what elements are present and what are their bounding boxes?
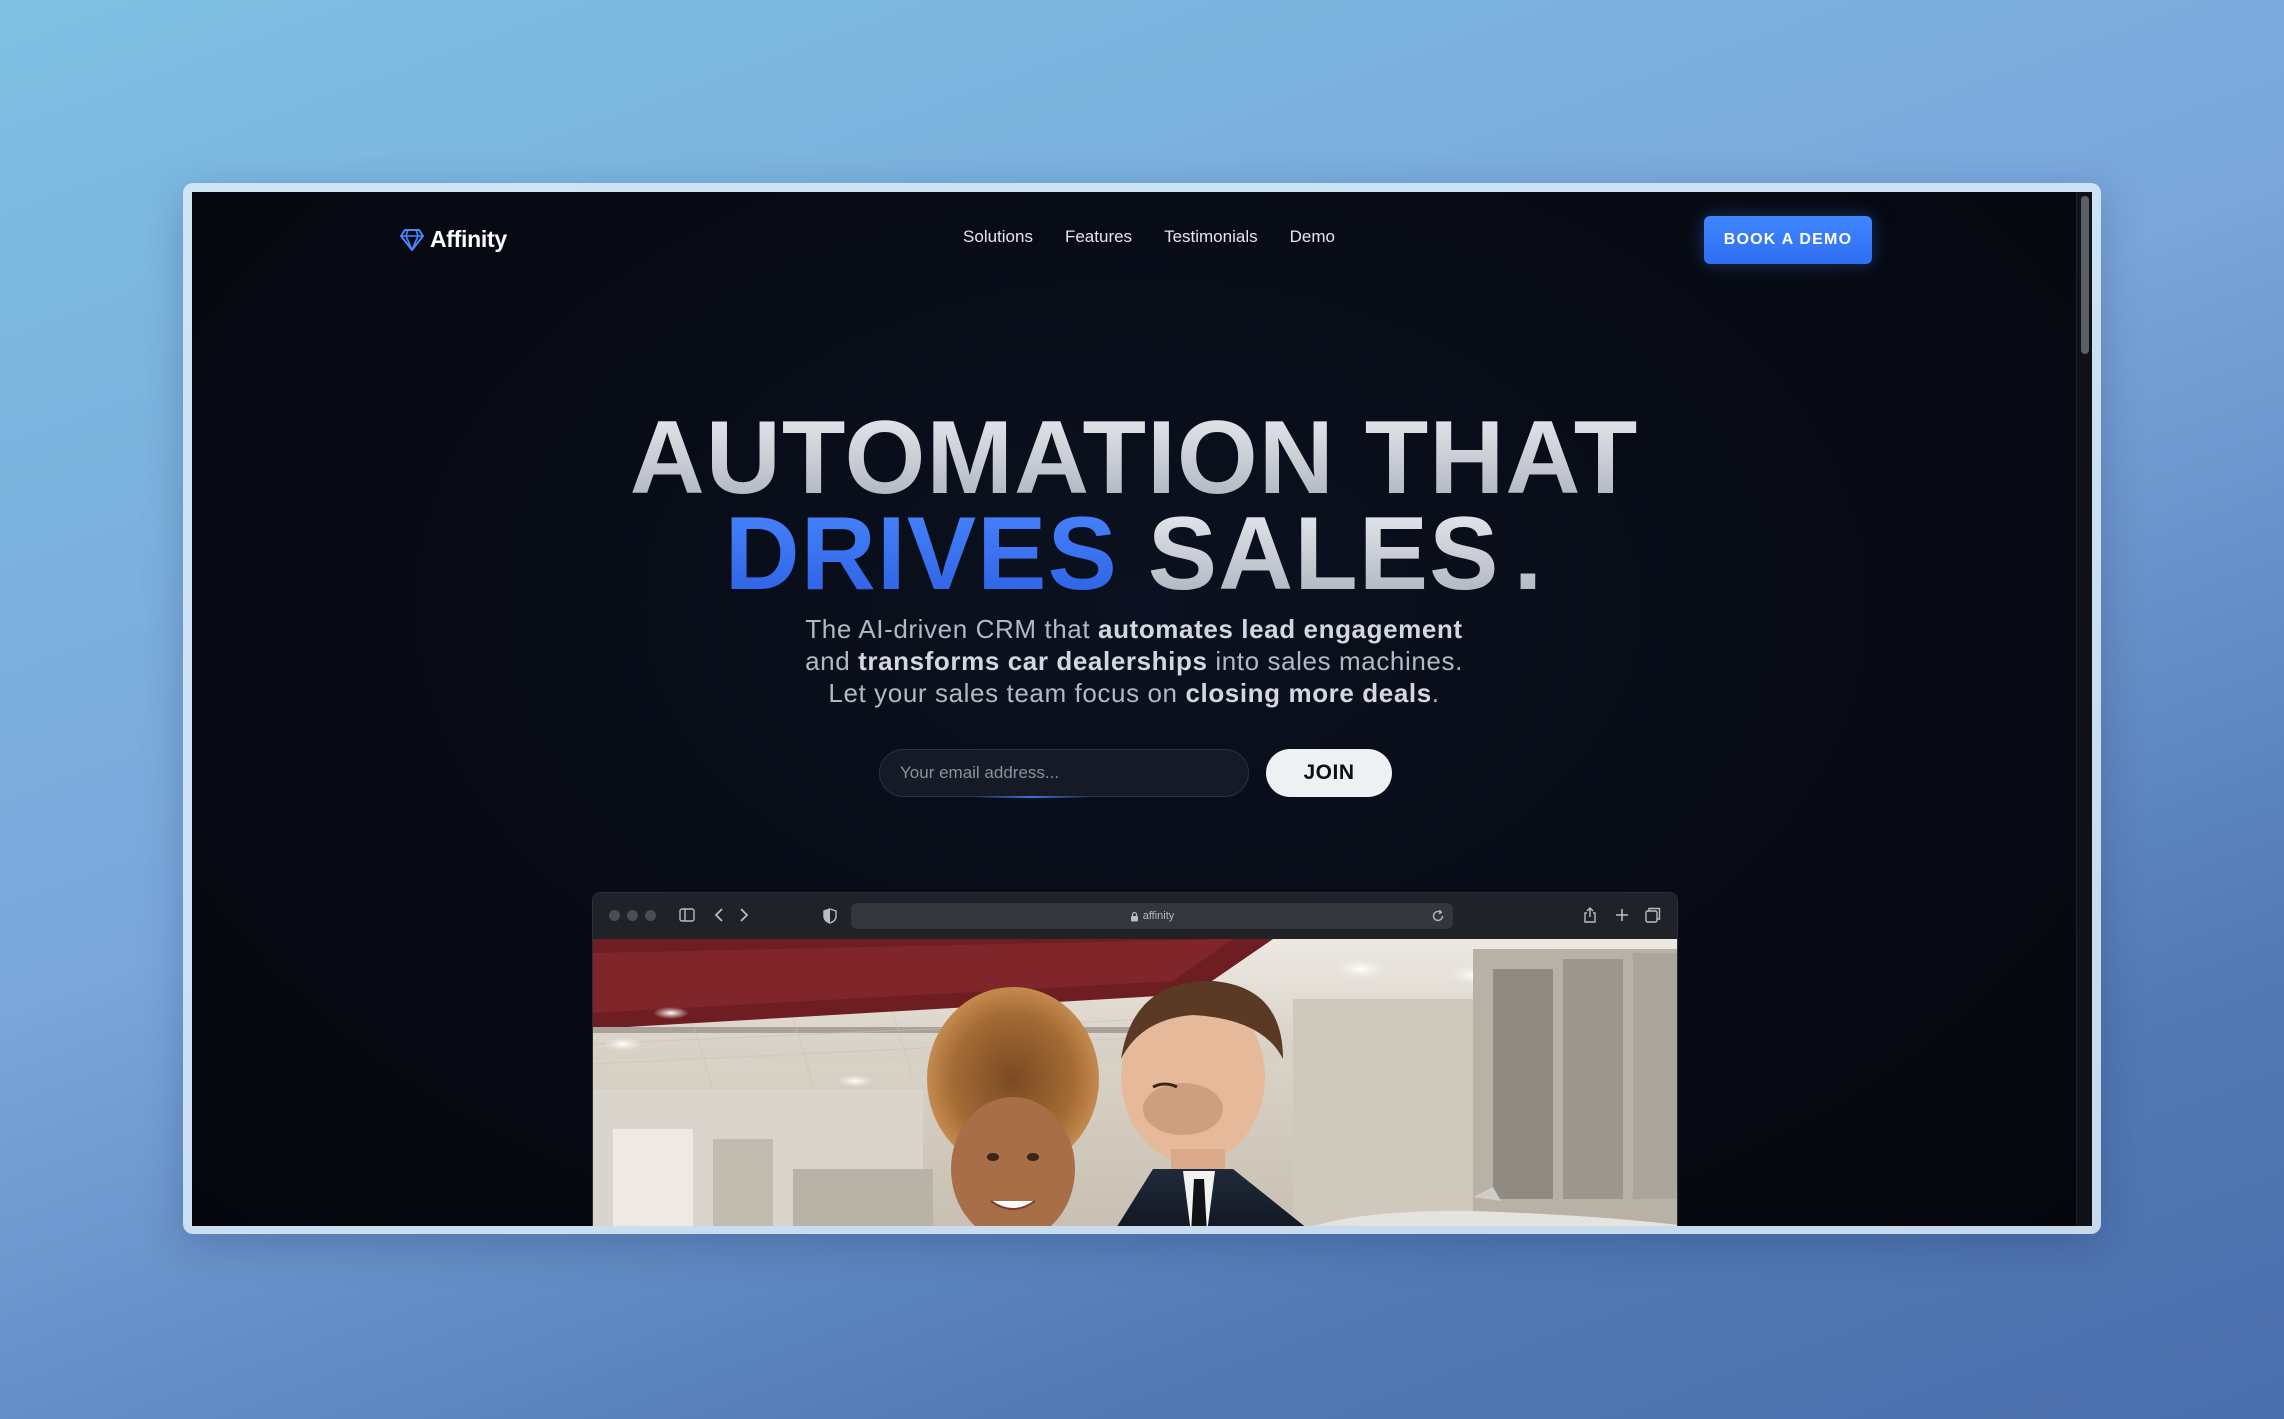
hero-headline-line2: DRIVES SALES. (192, 502, 2076, 606)
scrollbar[interactable] (2076, 192, 2092, 1226)
hero-photo (593, 939, 1677, 1226)
subtitle-text: into sales machines. (1207, 646, 1463, 676)
new-tab-icon[interactable] (1615, 908, 1629, 922)
tabs-overview-icon[interactable] (1645, 907, 1661, 923)
nav-link-features[interactable]: Features (1065, 227, 1132, 247)
shield-icon[interactable] (823, 908, 837, 924)
address-text: affinity (1142, 910, 1175, 922)
address-bar[interactable]: affinity (851, 903, 1453, 929)
sidebar-icon[interactable] (679, 908, 695, 922)
top-nav: Affinity Solutions Features Testimonials… (192, 192, 2076, 288)
hero-subtitle: The AI-driven CRM that automates lead en… (192, 613, 2076, 709)
reload-icon[interactable] (1431, 909, 1445, 923)
nav-link-demo[interactable]: Demo (1290, 227, 1335, 247)
subtitle-line-1: The AI-driven CRM that automates lead en… (192, 613, 2076, 645)
browser-toolbar: affinity (593, 893, 1677, 939)
email-input[interactable]: Your email address... (879, 749, 1249, 797)
subtitle-line-3: Let your sales team focus on closing mor… (192, 677, 2076, 709)
hero-headline-accent: DRIVES (724, 496, 1118, 612)
subtitle-line-2: and transforms car dealerships into sale… (192, 645, 2076, 677)
share-icon[interactable] (1583, 906, 1597, 924)
lock-icon (1130, 911, 1138, 921)
hero-headline-period: . (1513, 496, 1544, 612)
input-glow (972, 796, 1092, 798)
subtitle-text: The AI-driven CRM that (805, 614, 1099, 644)
book-demo-button[interactable]: BOOK A DEMO (1704, 216, 1872, 264)
hero-headline-rest: SALES (1147, 496, 1500, 612)
back-icon[interactable] (714, 908, 724, 922)
subtitle-emphasis: transforms car dealerships (858, 646, 1208, 676)
hero-headline-line1: AUTOMATION THAT (192, 406, 2076, 510)
dealership-photo-illustration (593, 939, 1677, 1226)
website-viewport: Affinity Solutions Features Testimonials… (192, 192, 2092, 1226)
window-dot-zoom[interactable] (645, 910, 656, 921)
subtitle-emphasis: closing more deals (1185, 678, 1432, 708)
window-dot-minimize[interactable] (627, 910, 638, 921)
nav-link-testimonials[interactable]: Testimonials (1164, 227, 1258, 247)
browser-mockup: affinity (592, 892, 1678, 1226)
subtitle-text: Let your sales team focus on (828, 678, 1186, 708)
window-frame: Affinity Solutions Features Testimonials… (183, 183, 2101, 1234)
forward-icon[interactable] (739, 908, 749, 922)
join-button[interactable]: JOIN (1266, 749, 1392, 797)
window-dot-close[interactable] (609, 910, 620, 921)
nav-link-solutions[interactable]: Solutions (963, 227, 1033, 247)
scrollbar-thumb[interactable] (2081, 196, 2089, 354)
subtitle-text: . (1431, 678, 1440, 708)
subtitle-emphasis: automates lead engagement (1098, 614, 1463, 644)
subtitle-text: and (805, 646, 859, 676)
